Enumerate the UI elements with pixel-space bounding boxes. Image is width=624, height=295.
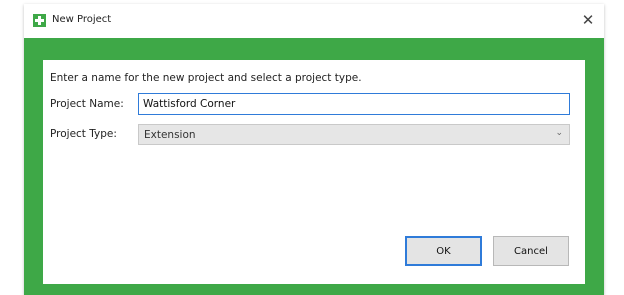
close-button[interactable]: ✕ (579, 11, 597, 29)
dialog-title: New Project (52, 14, 112, 25)
project-type-label: Project Type: (50, 128, 117, 140)
instruction-text: Enter a name for the new project and sel… (50, 72, 362, 84)
dialog-content: Enter a name for the new project and sel… (43, 60, 585, 284)
ok-button[interactable]: OK (405, 236, 482, 266)
green-plus-icon (33, 14, 46, 27)
cancel-button[interactable]: Cancel (493, 236, 569, 266)
new-project-dialog: New Project ✕ Enter a name for the new p… (24, 4, 604, 295)
chevron-down-icon: ⌄ (555, 128, 563, 138)
project-name-input[interactable] (138, 93, 570, 115)
title-bar: New Project ✕ (24, 4, 604, 38)
project-type-select[interactable]: Extension ⌄ (138, 124, 570, 145)
project-type-value: Extension (144, 129, 196, 141)
project-name-label: Project Name: (50, 98, 124, 110)
